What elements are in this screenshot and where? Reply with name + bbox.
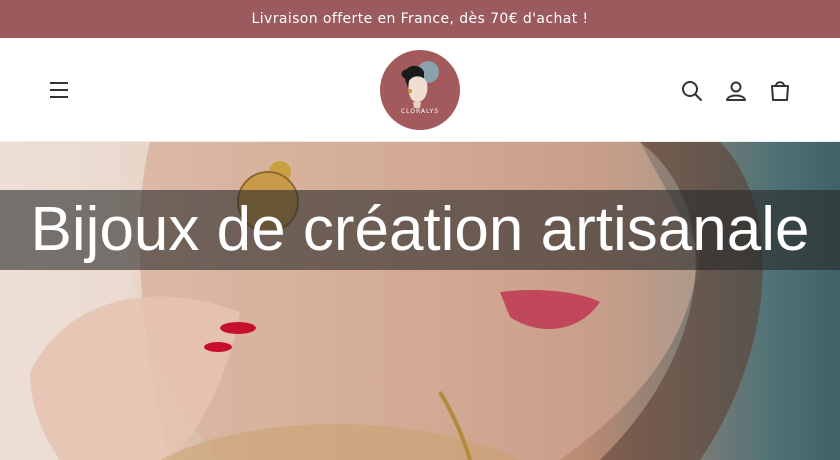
hero-title-banner: Bijoux de création artisanale [0,190,840,270]
cart-icon[interactable] [767,78,793,104]
brand-logo[interactable]: CLORALYS [380,50,460,130]
hero-section: Bijoux de création artisanale [0,142,840,460]
search-icon[interactable] [679,78,705,104]
announcement-text: Livraison offerte en France, dès 70€ d'a… [251,11,589,27]
hero-title: Bijoux de création artisanale [30,195,810,264]
menu-icon[interactable] [46,78,74,102]
logo-illustration [401,61,439,108]
site-header: CLORALYS [0,38,840,142]
announcement-bar: Livraison offerte en France, dès 70€ d'a… [0,0,840,38]
logo-text: CLORALYS [400,108,440,115]
account-icon[interactable] [723,78,749,104]
